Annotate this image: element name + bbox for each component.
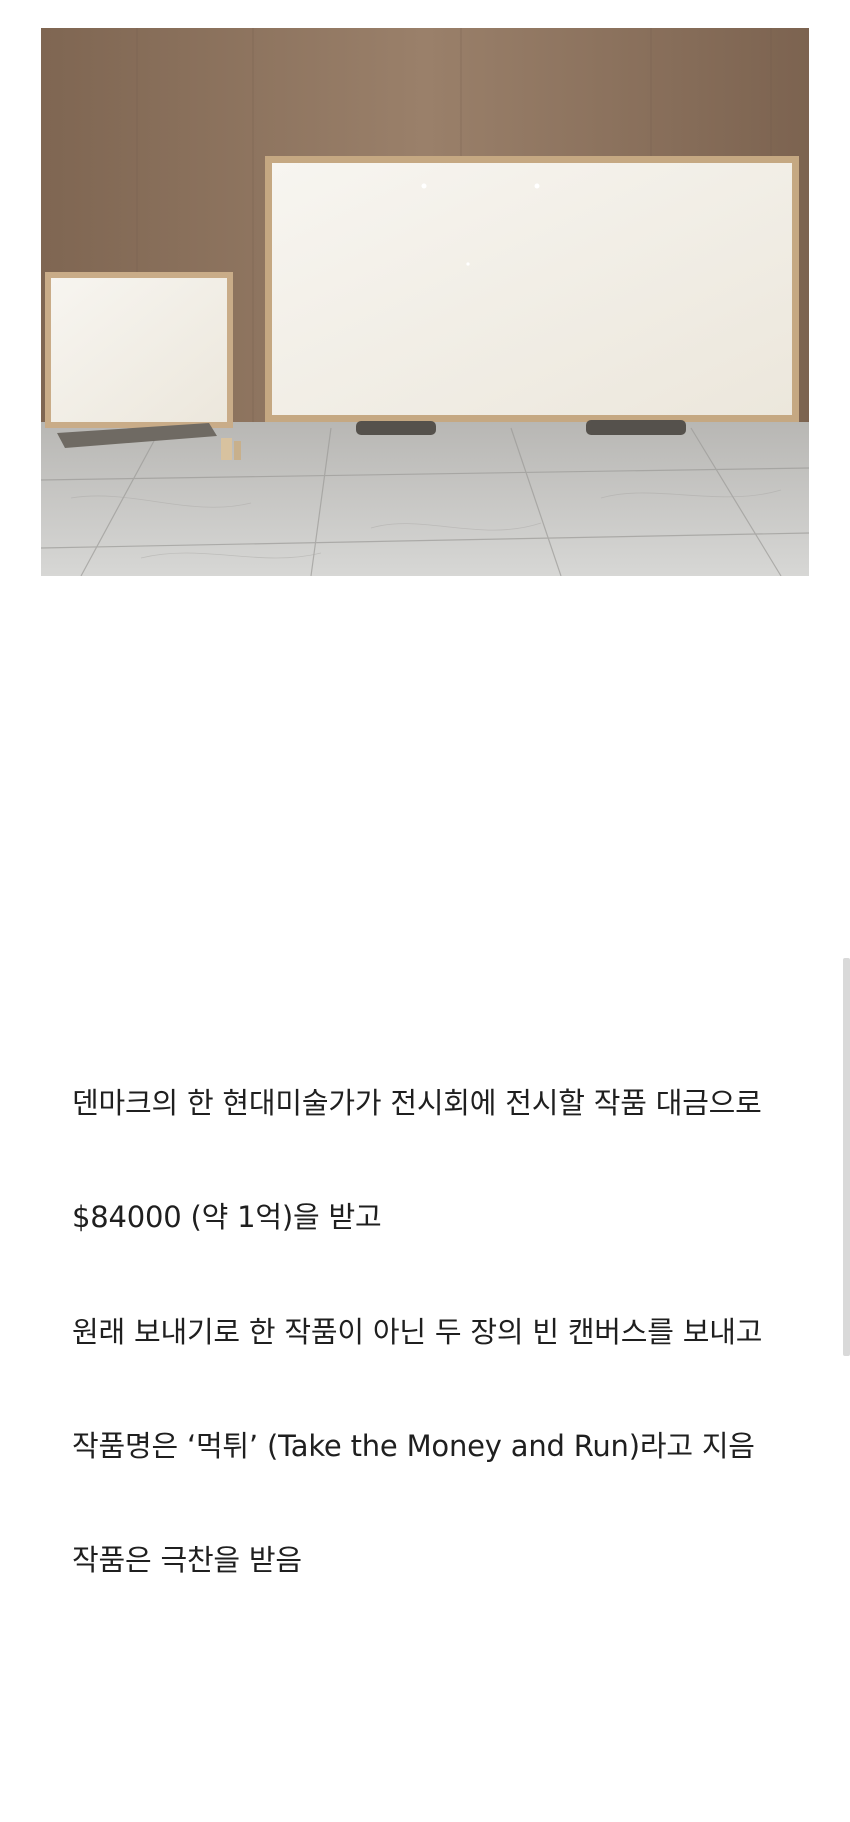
article-body: 덴마크의 한 현대미술가가 전시회에 전시할 작품 대금으로 $84000 (약… xyxy=(72,1075,792,1646)
artwork-photo xyxy=(41,28,809,576)
paragraph: 원래 보내기로 한 작품이 아닌 두 장의 빈 캔버스를 보내고 xyxy=(72,1315,763,1349)
blank-canvases-illustration xyxy=(41,28,809,576)
paragraph: 덴마크의 한 현대미술가가 전시회에 전시할 작품 대금으로 xyxy=(72,1086,762,1120)
paragraph: 작품명은 ‘먹튀’ (Take the Money and Run)라고 지음 xyxy=(72,1429,755,1463)
scrollbar[interactable] xyxy=(843,958,850,1356)
paragraph: 작품은 극찬을 받음 xyxy=(72,1543,302,1577)
paragraph: $84000 (약 1억)을 받고 xyxy=(72,1200,382,1234)
